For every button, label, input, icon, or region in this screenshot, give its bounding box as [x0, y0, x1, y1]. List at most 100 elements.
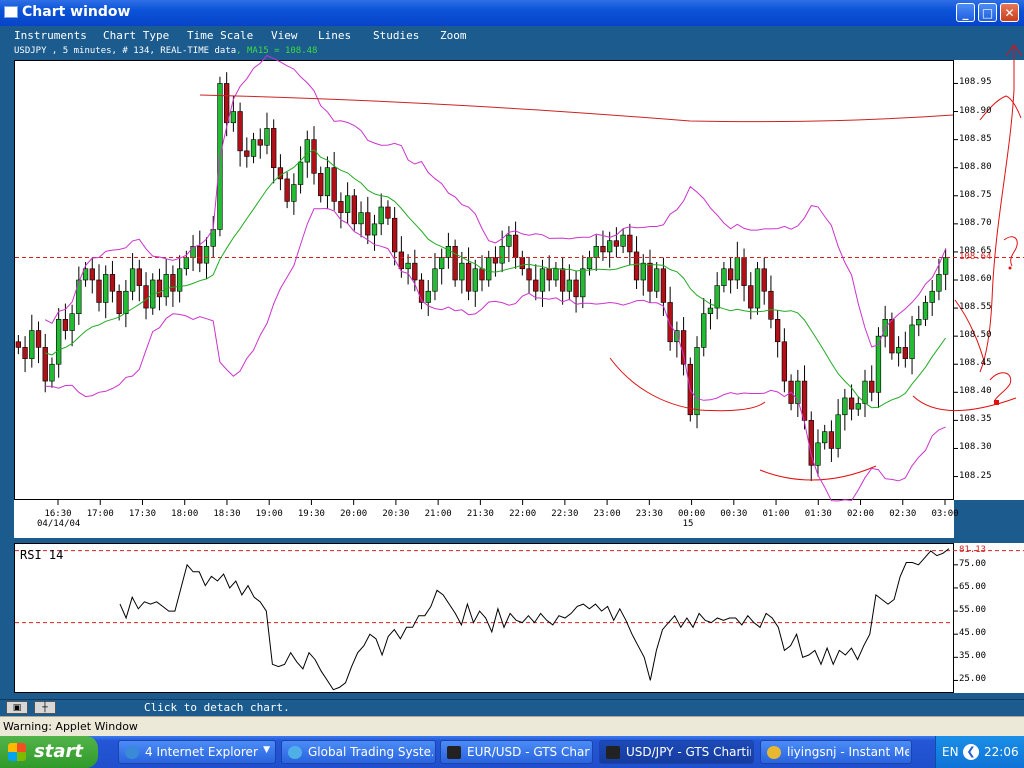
candle-body [439, 257, 445, 270]
start-label: start [34, 741, 83, 762]
candle-body [365, 212, 371, 236]
candle-body [163, 274, 169, 298]
candle-body [143, 285, 149, 309]
time-tick-label: 20:30 [382, 509, 410, 519]
candle-body [586, 257, 593, 270]
time-tick-label: 22:30 [551, 509, 579, 519]
candle-body [311, 139, 317, 174]
candle-body [405, 262, 411, 270]
candle-body [741, 257, 747, 286]
task-usdjpy-chart[interactable]: USD/JPY - GTS Charting [599, 740, 754, 764]
candle-body [775, 319, 781, 343]
candle-body [459, 262, 465, 281]
crosshair-icon[interactable]: ┼ [34, 701, 56, 714]
candle-body [707, 307, 714, 314]
time-tick-label: 23:00 [593, 509, 621, 519]
candle-body [889, 319, 895, 354]
time-tick-label: 19:00 [255, 509, 283, 519]
candle-body [35, 330, 42, 348]
candle-body [89, 268, 95, 281]
globe-icon [288, 746, 302, 759]
rsi-title: RSI 14 [20, 548, 64, 562]
price-tick-label: 108.30 [959, 442, 992, 453]
candle-body [694, 347, 700, 416]
candle-body [600, 246, 606, 253]
candle-body [607, 240, 613, 253]
candle-body [445, 246, 452, 258]
time-tick-label: 01:30 [804, 509, 832, 519]
candle-body [324, 167, 331, 197]
price-tick-label: 108.95 [959, 77, 992, 88]
task-global-trading[interactable]: Global Trading Syste... [281, 740, 436, 764]
candle-body [479, 268, 485, 281]
candle-body [620, 234, 626, 247]
candle-body [553, 268, 559, 281]
candle-body [701, 313, 707, 348]
task-internet-explorer[interactable]: 4 Internet Explorer ▼ [118, 740, 276, 764]
candle-body [284, 178, 290, 202]
task-eurusd-chart[interactable]: EUR/USD - GTS Chart... [440, 740, 593, 764]
start-button[interactable]: start [0, 736, 98, 768]
candle-body [371, 223, 378, 236]
time-tick-label: 20:00 [340, 509, 368, 519]
price-tick-label: 108.80 [959, 161, 992, 172]
candle-body [69, 313, 75, 331]
detach-chart-link[interactable]: Click to detach chart. [144, 701, 290, 714]
candle-body [916, 319, 922, 326]
candle-body [358, 212, 364, 225]
candle-body [909, 324, 915, 359]
candle-body [822, 431, 828, 444]
price-tick-label: 108.40 [959, 386, 992, 397]
time-tick-label: 23:30 [635, 509, 663, 519]
candle-body [129, 268, 136, 292]
candle-body [15, 341, 22, 348]
candle-body [465, 262, 472, 292]
candle-body [291, 184, 297, 202]
rsi-line [119, 548, 950, 691]
bollinger-upper-line [44, 54, 947, 348]
time-tick-label: 18:30 [213, 509, 241, 519]
candle-body [344, 195, 351, 213]
candle-body [922, 302, 929, 320]
applet-warning-bar: Warning: Applet Window [0, 716, 1024, 737]
candle-body [727, 268, 734, 281]
chart-icon [606, 746, 620, 759]
candle-body [855, 403, 861, 410]
time-tick-label: 01:00 [762, 509, 790, 519]
candle-body [680, 330, 687, 365]
annotation-stroke [609, 357, 766, 412]
candle-body [808, 420, 814, 466]
candle-body [512, 234, 519, 258]
time-tick-label: 02:30 [889, 509, 917, 519]
candle-body [492, 257, 499, 264]
price-tick-label: 108.85 [959, 133, 992, 144]
annotation-dot [1008, 266, 1012, 270]
current-price-label: 108.64 [959, 251, 992, 262]
candle-body [660, 268, 667, 303]
candle-body [203, 246, 210, 264]
rsi-tick-label: 25.00 [959, 674, 987, 685]
camera-icon[interactable]: ▣ [6, 701, 28, 714]
candle-body [862, 380, 868, 404]
time-tick-label: 02:00 [846, 509, 875, 519]
chevron-left-icon[interactable]: ❮ [963, 744, 979, 760]
candle-body [22, 347, 28, 359]
candle-body [176, 268, 183, 292]
candle-body [573, 279, 579, 298]
price-tick-label: 108.60 [959, 274, 992, 284]
time-tick-label: 21:30 [466, 509, 494, 519]
candle-body [667, 302, 673, 343]
candle-body [136, 268, 142, 286]
candle-body [754, 268, 761, 309]
candle-body [835, 414, 841, 449]
candle-body [123, 290, 129, 314]
ie-icon [125, 746, 139, 759]
candle-body [197, 246, 203, 264]
candle-body [351, 195, 357, 225]
language-indicator[interactable]: EN [942, 745, 959, 759]
candle-body [418, 279, 425, 303]
candle-body [338, 201, 344, 213]
candle-body [768, 290, 774, 320]
task-instant-messenger[interactable]: liyingsnj - Instant Me... [760, 740, 912, 764]
task-label: Global Trading Syste... [308, 745, 433, 759]
